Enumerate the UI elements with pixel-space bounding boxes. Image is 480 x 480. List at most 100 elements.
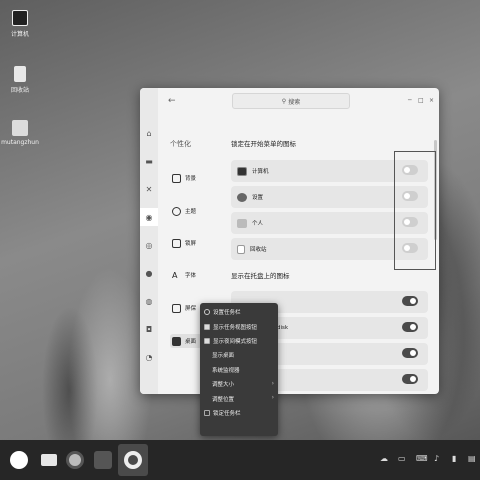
home-folder-icon: [12, 120, 28, 136]
menu-item-label: 调整位置: [212, 396, 235, 403]
keyboard-icon[interactable]: ⌨: [416, 454, 428, 463]
palette-icon: [172, 206, 181, 216]
menu-item-system-monitor[interactable]: 系统监视器: [200, 363, 278, 377]
rail-personalize-icon[interactable]: ◉: [140, 208, 158, 226]
nav-label: 锁屏: [185, 241, 197, 247]
toggle-switch[interactable]: [402, 217, 418, 227]
nav-label: 屏保: [185, 306, 197, 312]
firefox-icon: [66, 451, 84, 469]
item-label: 设置: [252, 195, 264, 201]
rail-home-icon[interactable]: ⌂: [140, 124, 158, 142]
search-input[interactable]: ⚲ 搜索: [232, 93, 350, 109]
notification-icon[interactable]: ▤: [468, 454, 476, 463]
checkbox[interactable]: [204, 337, 210, 344]
wps-button[interactable]: [88, 444, 118, 476]
menu-item-label: 显示桌面: [212, 353, 235, 360]
rail-display-icon[interactable]: ▬: [140, 152, 158, 170]
desktop-icon-label: 回收站: [10, 87, 29, 94]
rail-update-icon[interactable]: ◔: [140, 348, 158, 366]
network-icon[interactable]: ▭: [398, 454, 406, 463]
desktop-icon: [172, 336, 181, 346]
font-icon: A: [172, 270, 178, 280]
toggle-switch[interactable]: [402, 165, 418, 175]
chevron-right-icon: ›: [271, 379, 274, 387]
desktop-icon-label: mutangzhun: [1, 139, 39, 146]
toggle-switch[interactable]: [402, 296, 418, 306]
back-arrow-icon[interactable]: ←: [168, 96, 176, 106]
lock-screen-icon: [172, 238, 181, 248]
tray-section-title: 显示在托盘上的图标: [231, 272, 290, 280]
desktop-icon-label: 计算机: [10, 31, 29, 38]
toggle-switch[interactable]: [402, 322, 418, 332]
menu-item-position[interactable]: 调整位置 ›: [200, 391, 278, 405]
checkbox[interactable]: [204, 409, 210, 416]
image-icon: [172, 173, 181, 183]
nav-item-theme[interactable]: 主题: [172, 204, 212, 218]
start-menu-section-title: 锁定在开始菜单的图标: [231, 140, 296, 148]
menu-item-label: 锁定任务栏: [213, 410, 241, 417]
item-label: 个人: [252, 221, 264, 227]
desktop-icon-computer[interactable]: 计算机: [0, 10, 40, 38]
menu-item-resize[interactable]: 调整大小 ›: [200, 377, 278, 391]
start-menu-icon: [10, 451, 28, 469]
rail-account-icon[interactable]: ●: [140, 264, 158, 282]
rail-tools-icon[interactable]: ✕: [140, 180, 158, 198]
start-menu-item-computer: 计算机: [231, 160, 428, 182]
firefox-button[interactable]: [60, 444, 90, 476]
nav-item-lockscreen[interactable]: 锁屏: [172, 236, 212, 250]
menu-item-lock-taskbar[interactable]: 锁定任务栏: [200, 406, 278, 420]
chevron-right-icon: ›: [271, 394, 274, 402]
menu-item-show-night-mode[interactable]: 显示夜间模式按钮: [200, 334, 278, 348]
cloud-icon[interactable]: ☁: [380, 454, 388, 463]
nav-label: 字体: [185, 273, 197, 279]
search-placeholder: 搜索: [288, 98, 301, 106]
close-button[interactable]: ×: [429, 97, 434, 104]
start-menu-button[interactable]: [4, 444, 34, 476]
menu-item-show-desktop[interactable]: 显示桌面: [200, 348, 278, 362]
computer-icon: [237, 166, 247, 176]
menu-item-label: 调整大小: [212, 382, 235, 389]
rail-security-icon[interactable]: ◘: [140, 320, 158, 338]
taskbar-context-menu: 设置任务栏 显示任务视图按钮 显示夜间模式按钮 显示桌面 系统监视器 调整大小 …: [200, 303, 278, 436]
menu-item-label: 系统监视器: [212, 367, 240, 374]
desktop-icon-trash[interactable]: 回收站: [0, 66, 40, 94]
computer-icon: [12, 10, 28, 26]
menu-item-label: 设置任务栏: [213, 310, 241, 317]
settings-icon: [124, 451, 142, 469]
scrollbar[interactable]: [434, 140, 437, 240]
checkbox[interactable]: [204, 323, 210, 330]
wps-icon: [94, 451, 112, 469]
menu-item-taskbar-settings[interactable]: 设置任务栏: [200, 305, 278, 319]
item-label: 回收站: [250, 247, 267, 253]
nav-item-desktop[interactable]: 桌面: [170, 334, 202, 348]
category-rail: ⌂ ▬ ✕ ◉ ◎ ● ◍ ◘ ◔: [140, 88, 158, 394]
nav-label: 桌面: [185, 339, 197, 345]
sidebar-title: 个性化: [170, 140, 191, 148]
gear-icon: [204, 309, 210, 316]
taskbar: ☁ ▭ ⌨ ♪ ▮ ▤: [0, 440, 480, 480]
nav-item-background[interactable]: 背景: [172, 171, 212, 185]
menu-item-label: 显示任务视图按钮: [213, 324, 258, 331]
home-icon: [237, 218, 247, 228]
trash-icon: [237, 244, 245, 254]
nav-label: 主题: [185, 209, 197, 215]
toggle-switch[interactable]: [402, 243, 418, 253]
minimize-button[interactable]: ─: [408, 97, 412, 104]
rail-network-icon[interactable]: ◎: [140, 236, 158, 254]
start-menu-item-personal: 个人: [231, 212, 428, 234]
screensaver-icon: [172, 303, 181, 313]
toggle-switch[interactable]: [402, 191, 418, 201]
nav-item-font[interactable]: A 字体: [172, 268, 212, 282]
toggle-switch[interactable]: [402, 348, 418, 358]
menu-item-label: 显示夜间模式按钮: [213, 338, 258, 345]
rail-time-icon[interactable]: ◍: [140, 292, 158, 310]
settings-taskbar-button[interactable]: [118, 444, 148, 476]
maximize-button[interactable]: □: [418, 97, 424, 104]
start-menu-item-trash: 回收站: [231, 238, 428, 260]
menu-item-show-task-view[interactable]: 显示任务视图按钮: [200, 319, 278, 333]
volume-icon[interactable]: ♪: [434, 454, 439, 463]
toggle-switch[interactable]: [402, 374, 418, 384]
desktop-icon-home[interactable]: mutangzhun: [0, 120, 40, 146]
battery-icon[interactable]: ▮: [452, 454, 456, 463]
start-menu-item-settings: 设置: [231, 186, 428, 208]
